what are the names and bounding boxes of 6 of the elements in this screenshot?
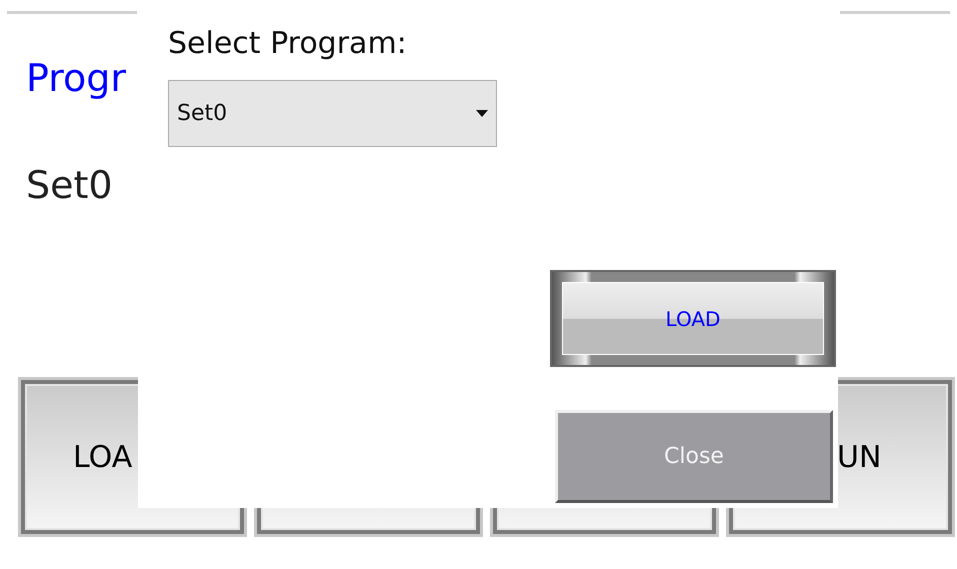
- page-title: Progr: [26, 56, 126, 100]
- caret-icon: [476, 110, 488, 117]
- program-name: Set0: [26, 163, 113, 207]
- program-dropdown[interactable]: Set0: [168, 80, 497, 147]
- dialog-label: Select Program:: [168, 25, 407, 63]
- load-button[interactable]: LOAD: [550, 270, 836, 367]
